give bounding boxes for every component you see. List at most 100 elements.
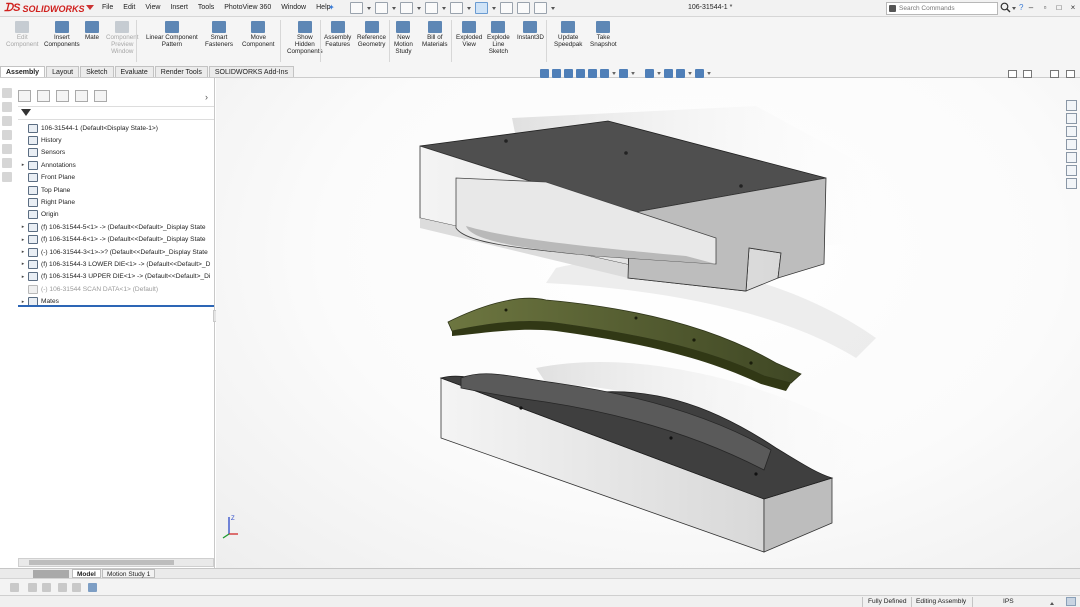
linear-component-pattern-button[interactable]: Linear Component Pattern xyxy=(146,21,198,48)
pin-icon[interactable]: ✦ xyxy=(328,3,338,13)
units-dropdown-icon[interactable] xyxy=(1050,602,1054,605)
options-dropdown-icon[interactable] xyxy=(551,6,555,10)
tree-item[interactable]: History xyxy=(18,134,214,146)
new-document-icon[interactable] xyxy=(350,2,363,14)
expand-arrow-icon[interactable]: ▸ xyxy=(18,224,28,230)
scene-dropdown-icon[interactable] xyxy=(688,72,692,75)
save-icon[interactable] xyxy=(400,2,413,14)
smart-fasteners-button[interactable]: Smart Fasteners xyxy=(205,21,233,48)
tree-filter-row[interactable] xyxy=(18,106,214,120)
units-selector[interactable]: IPS xyxy=(1003,598,1014,605)
view-orientation-icon[interactable] xyxy=(600,69,609,78)
view-settings-dropdown-icon[interactable] xyxy=(707,72,711,75)
configuration-manager-tab-icon[interactable] xyxy=(56,90,69,102)
search-commands-input[interactable]: Search Commands xyxy=(886,2,998,15)
open-dropdown-icon[interactable] xyxy=(392,6,396,10)
tree-item[interactable]: Sensors xyxy=(18,147,214,159)
tree-item[interactable]: ▸ Annotations xyxy=(18,159,214,171)
task-resource-icon[interactable] xyxy=(2,88,12,98)
print-icon[interactable] xyxy=(425,2,438,14)
insert-components-button[interactable]: Insert Components xyxy=(44,21,80,48)
mate-button[interactable]: Mate xyxy=(85,21,99,41)
file-explorer-icon[interactable] xyxy=(1066,139,1077,150)
section-view-icon[interactable] xyxy=(576,69,585,78)
restore-icon[interactable]: ▫ xyxy=(1040,3,1050,13)
search-scope-icon[interactable] xyxy=(889,5,896,12)
save-dropdown-icon[interactable] xyxy=(417,6,421,10)
display-style-icon[interactable] xyxy=(619,69,628,78)
options-gear-icon[interactable] xyxy=(534,2,547,14)
assembly-features-button[interactable]: Assembly Features xyxy=(324,21,351,48)
graphics-area[interactable] xyxy=(216,78,1080,568)
edit-component-button[interactable]: Edit Component xyxy=(6,21,39,48)
menu-photoview-360[interactable]: PhotoView 360 xyxy=(224,4,271,11)
search-icon[interactable] xyxy=(1000,2,1011,13)
expand-arrow-icon[interactable]: ▸ xyxy=(18,274,28,280)
display-style-dropdown-icon[interactable] xyxy=(631,72,635,75)
chevron-right-icon[interactable]: › xyxy=(205,92,208,102)
dimxpert-tab-icon[interactable] xyxy=(75,90,88,102)
bottom-tool-icon[interactable] xyxy=(28,583,37,592)
bottom-tool-icon[interactable] xyxy=(58,583,67,592)
viewport-restore-icon[interactable] xyxy=(1050,70,1059,78)
expand-arrow-icon[interactable]: ▸ xyxy=(18,249,28,255)
hide-show-dropdown-icon[interactable] xyxy=(657,72,661,75)
view-settings-icon[interactable] xyxy=(695,69,704,78)
maximize-icon[interactable]: □ xyxy=(1054,3,1064,13)
menu-insert[interactable]: Insert xyxy=(170,4,188,11)
scrollbar-thumb[interactable] xyxy=(29,560,174,565)
tree-item[interactable]: ▸ (f) 106-31544-5<1> -> (Default<<Default… xyxy=(18,221,214,233)
zoom-to-fit-icon[interactable] xyxy=(540,69,549,78)
previous-view-icon[interactable] xyxy=(564,69,573,78)
task-file-explorer-icon[interactable] xyxy=(2,116,12,126)
menu-tools[interactable]: Tools xyxy=(198,4,214,11)
explode-line-sketch-button[interactable]: Explode Line Sketch xyxy=(487,21,510,55)
logo-flyout-icon[interactable] xyxy=(86,5,94,10)
viewport-split-icon[interactable] xyxy=(1008,70,1017,78)
rebuild-icon[interactable] xyxy=(500,2,513,14)
take-snapshot-button[interactable]: Take Snapshot xyxy=(590,21,617,48)
menu-window[interactable]: Window xyxy=(281,4,306,11)
help-icon[interactable]: ? xyxy=(1019,3,1023,12)
appearances-scenes-icon[interactable] xyxy=(1066,152,1077,163)
home-icon[interactable] xyxy=(1066,100,1077,111)
search-dropdown-icon[interactable] xyxy=(1012,7,1016,10)
tab-evaluate[interactable]: Evaluate xyxy=(114,66,154,77)
component-preview-window-button[interactable]: Component Preview Window xyxy=(106,21,139,55)
close-icon[interactable]: × xyxy=(1068,3,1078,13)
tab-solidworks-add-ins[interactable]: SOLIDWORKS Add-Ins xyxy=(208,66,295,77)
task-custom-properties-icon[interactable] xyxy=(2,158,12,168)
move-component-button[interactable]: Move Component xyxy=(242,21,275,48)
expand-arrow-icon[interactable]: ▸ xyxy=(18,261,28,267)
file-properties-icon[interactable] xyxy=(517,2,530,14)
status-info-icon[interactable] xyxy=(1066,597,1076,606)
viewport-tile-icon[interactable] xyxy=(1023,70,1032,78)
tab-motion-study-1[interactable]: Motion Study 1 xyxy=(102,569,156,578)
tab-render-tools[interactable]: Render Tools xyxy=(154,66,208,77)
tree-item[interactable]: (-) 106-31544 SCAN DATA<1> (Default) xyxy=(18,283,214,295)
forum-icon[interactable] xyxy=(1066,178,1077,189)
minimize-icon[interactable]: – xyxy=(1026,3,1036,13)
bottom-tool-icon[interactable] xyxy=(10,583,19,592)
tab-scroll-arrows[interactable] xyxy=(33,570,69,578)
tab-assembly[interactable]: Assembly xyxy=(0,66,46,77)
exploded-view-button[interactable]: Exploded View xyxy=(456,21,482,48)
tree-item[interactable]: Front Plane xyxy=(18,172,214,184)
menu-edit[interactable]: Edit xyxy=(123,4,135,11)
hide-show-items-icon[interactable] xyxy=(645,69,654,78)
app-logo[interactable]: ᗪS SOLIDWORKS xyxy=(4,2,84,15)
custom-properties-icon[interactable] xyxy=(1066,165,1077,176)
view-orientation-dropdown-icon[interactable] xyxy=(612,72,616,75)
tree-item[interactable]: Right Plane xyxy=(18,196,214,208)
feature-tree-tab-icon[interactable] xyxy=(18,90,31,102)
new-dropdown-icon[interactable] xyxy=(367,6,371,10)
select-dropdown-icon[interactable] xyxy=(492,6,496,10)
apply-scene-icon[interactable] xyxy=(676,69,685,78)
filter-icon[interactable] xyxy=(21,109,31,116)
tab-sketch[interactable]: Sketch xyxy=(80,66,114,77)
tree-item[interactable]: ▸ (-) 106-31544-3<1>->? (Default<<Default… xyxy=(18,246,214,258)
expand-arrow-icon[interactable]: ▸ xyxy=(18,299,28,305)
tab-layout[interactable]: Layout xyxy=(46,66,80,77)
viewport-close-icon[interactable] xyxy=(1066,70,1075,78)
exploded-assembly-model[interactable] xyxy=(216,78,1080,568)
